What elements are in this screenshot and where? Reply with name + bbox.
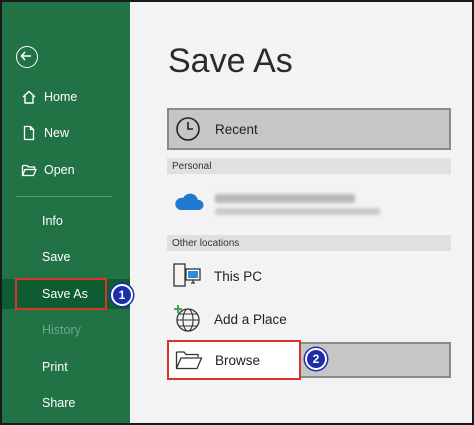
page-title: Save As xyxy=(168,42,293,80)
sidebar-item-label: Print xyxy=(42,360,68,374)
recent-button[interactable]: Recent xyxy=(167,108,451,150)
folder-icon xyxy=(175,349,203,371)
sidebar-item-save[interactable]: Save xyxy=(2,242,130,272)
this-pc-icon xyxy=(172,261,202,291)
onedrive-email-obscured xyxy=(215,208,380,215)
home-icon xyxy=(20,88,38,106)
new-document-icon xyxy=(20,124,38,142)
back-button[interactable] xyxy=(16,46,38,68)
sidebar-item-share[interactable]: Share xyxy=(2,388,130,418)
section-header-other: Other locations xyxy=(167,235,451,251)
sidebar-item-label: History xyxy=(42,323,81,337)
sidebar-item-label: Home xyxy=(44,90,78,104)
this-pc-label: This PC xyxy=(214,268,263,284)
sidebar-item-info[interactable]: Info xyxy=(2,206,130,236)
onedrive-cloud-icon xyxy=(172,190,204,212)
this-pc-item[interactable]: This PC xyxy=(172,261,262,291)
back-arrow-icon xyxy=(20,51,31,61)
sidebar-item-label: Open xyxy=(44,163,75,177)
sidebar-divider xyxy=(16,196,112,197)
add-a-place-item[interactable]: Add a Place xyxy=(172,304,287,334)
sidebar-item-label: Info xyxy=(42,214,63,228)
section-header-personal: Personal xyxy=(167,158,451,174)
sidebar-item-history: History xyxy=(2,315,130,345)
add-a-place-label: Add a Place xyxy=(214,311,287,327)
sidebar-item-label: New xyxy=(44,126,70,140)
recent-label: Recent xyxy=(215,121,258,137)
sidebar-item-label: Save xyxy=(42,250,71,264)
backstage-sidebar: Home New Open Info Save Save As History xyxy=(2,2,130,423)
open-folder-icon xyxy=(20,161,38,179)
sidebar-item-home[interactable]: Home xyxy=(2,82,130,112)
browse-button[interactable]: Browse xyxy=(167,340,301,380)
excel-backstage-window: Home New Open Info Save Save As History xyxy=(0,0,474,425)
onedrive-name-obscured xyxy=(215,194,355,203)
highlight-box-save-as xyxy=(15,278,107,310)
sidebar-item-label: Share xyxy=(42,396,76,410)
browse-label: Browse xyxy=(215,352,261,368)
step-badge-2: 2 xyxy=(305,348,327,370)
sidebar-item-open[interactable]: Open xyxy=(2,155,130,185)
sidebar-item-new[interactable]: New xyxy=(2,118,130,148)
onedrive-personal-item[interactable] xyxy=(172,190,204,212)
save-as-panel: Save As Recent Personal Other locations xyxy=(130,2,472,423)
sidebar-item-print[interactable]: Print xyxy=(2,352,130,382)
clock-icon xyxy=(175,116,201,142)
globe-add-icon xyxy=(172,304,202,334)
